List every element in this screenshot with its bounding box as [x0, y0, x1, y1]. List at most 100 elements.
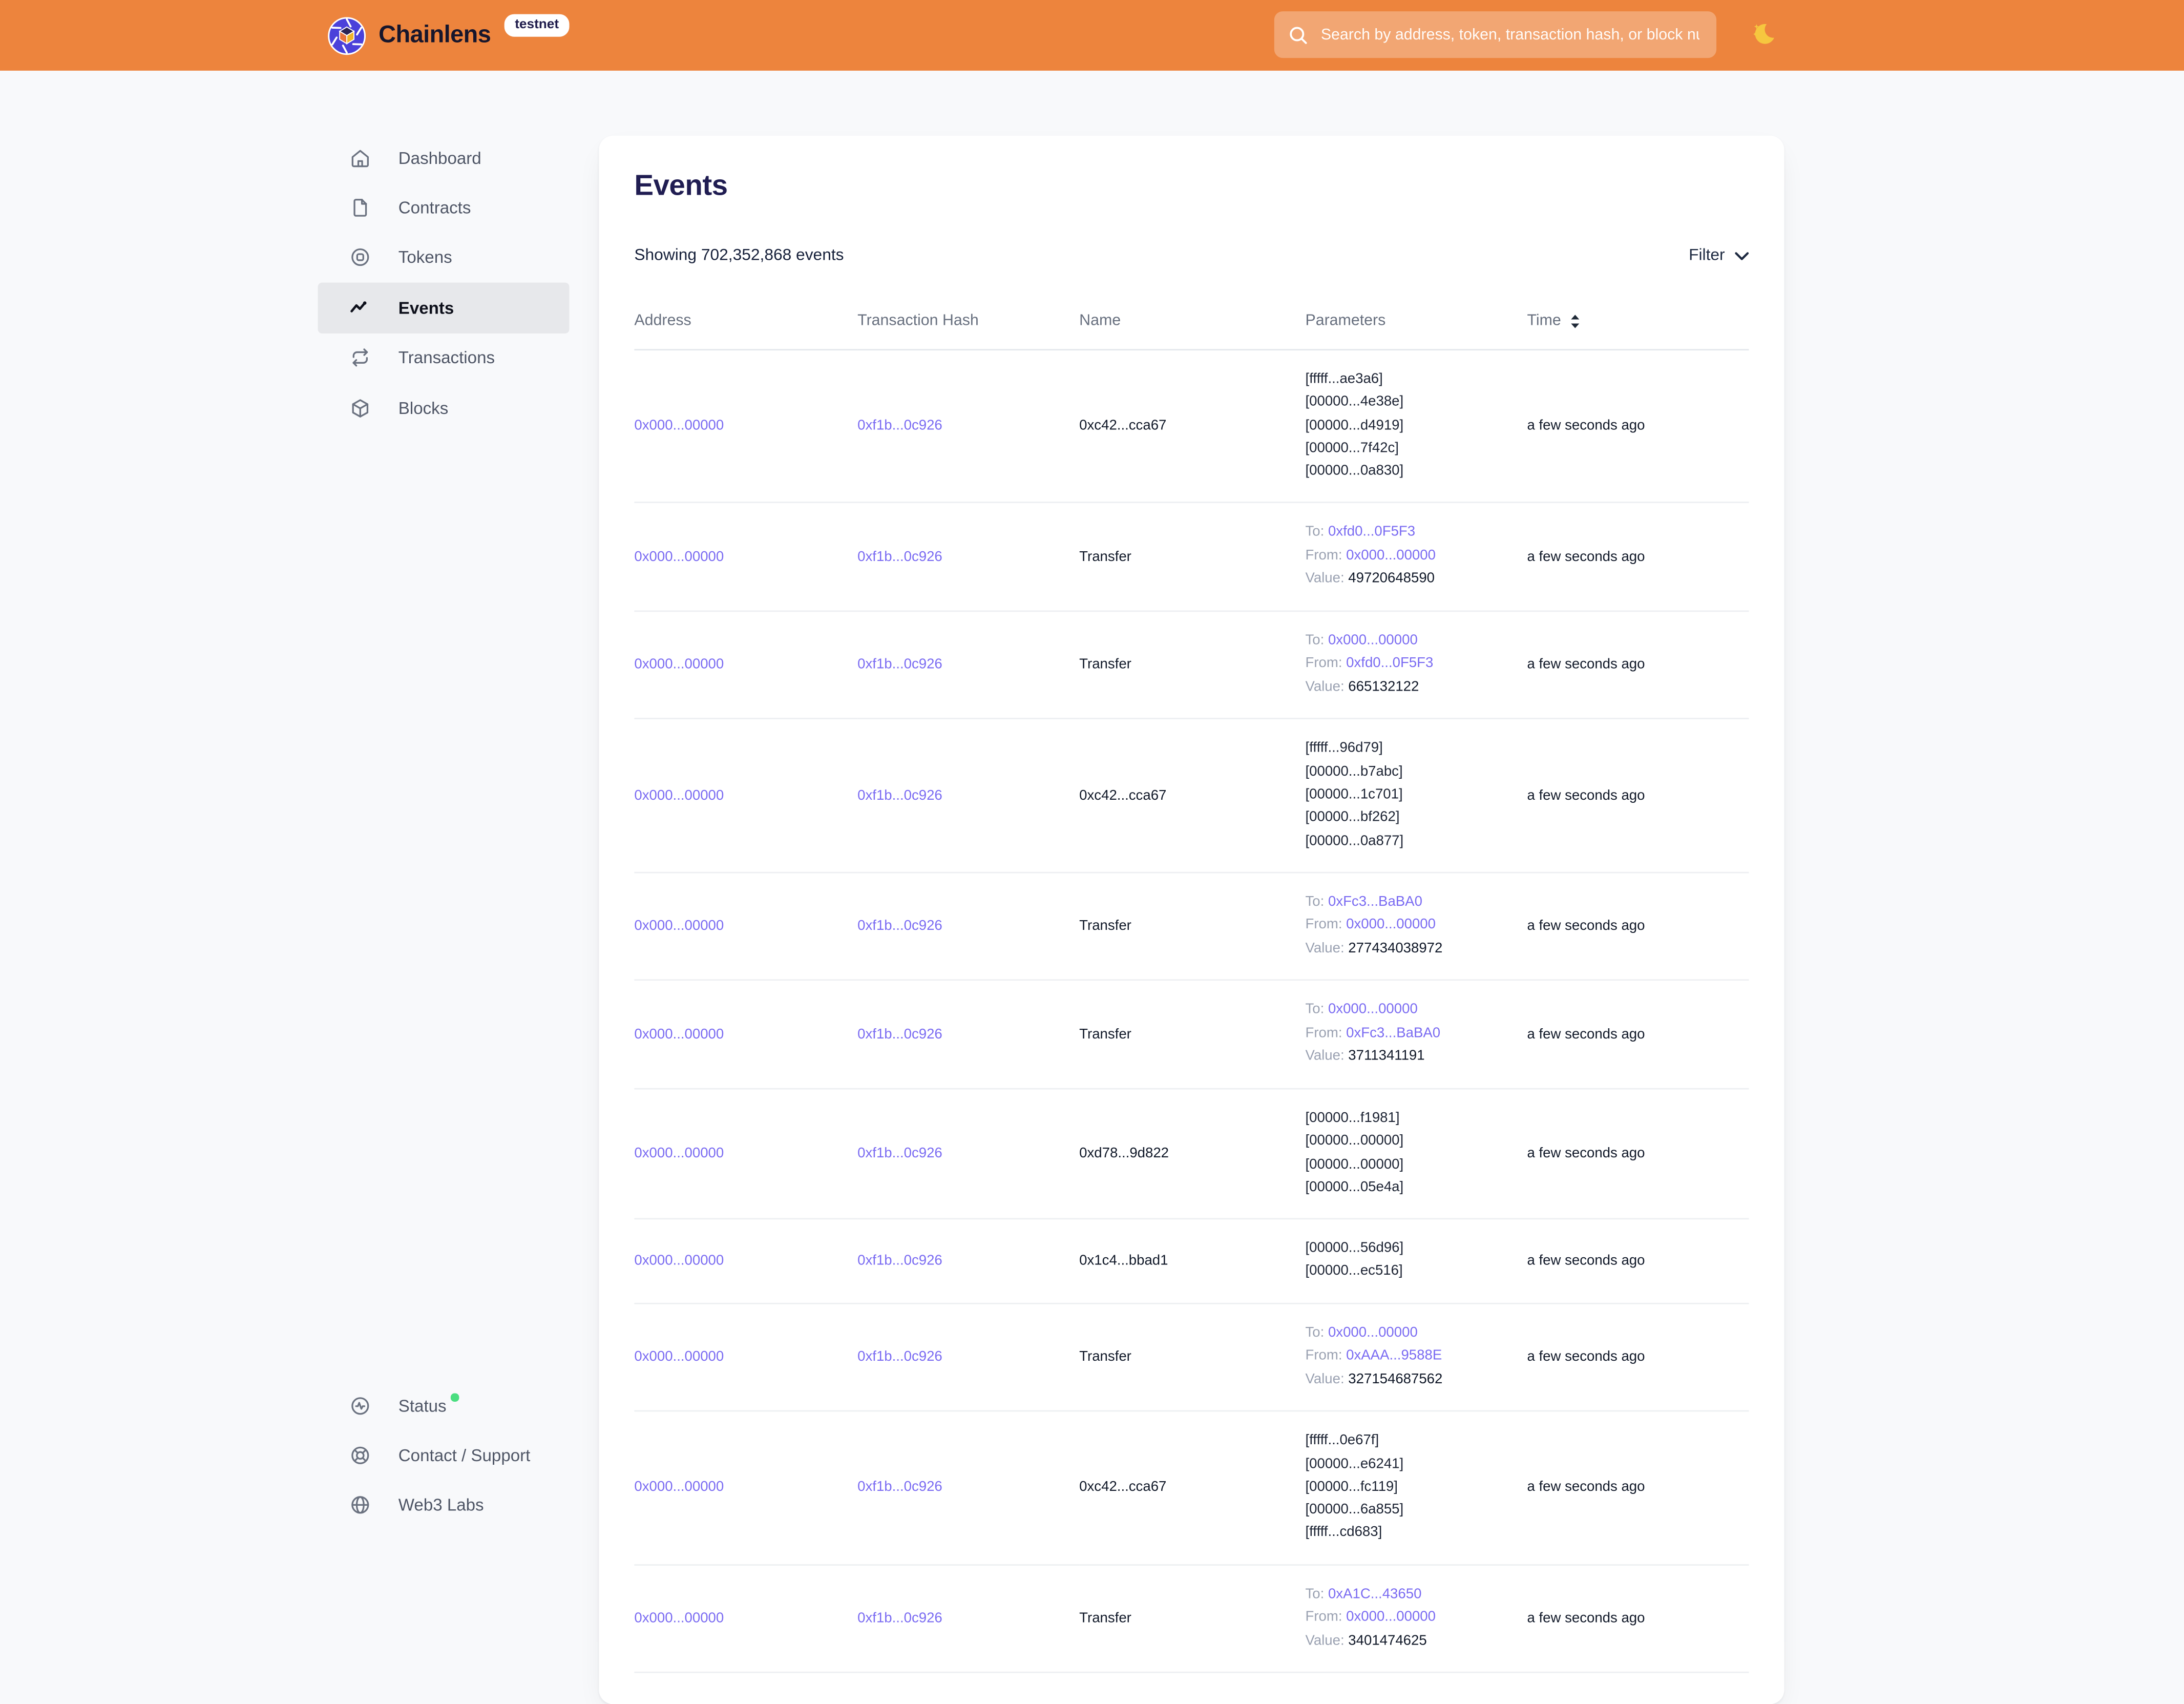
event-name: Transfer: [1079, 1611, 1131, 1626]
event-name-cell: Transfer: [1079, 611, 1305, 719]
sidebar-item-blocks[interactable]: Blocks: [318, 383, 570, 433]
tx-hash-cell: 0xf1b...0c926: [857, 350, 1079, 503]
tx-hash-cell: 0xf1b...0c926: [857, 981, 1079, 1089]
value-label: Value:: [1305, 1049, 1348, 1065]
param-from-line: From: 0xAAA...9588E: [1305, 1345, 1513, 1369]
column-header-parameters: Parameters: [1305, 313, 1527, 350]
tx-hash-link[interactable]: 0xf1b...0c926: [857, 1027, 942, 1042]
tx-hash-cell: 0xf1b...0c926: [857, 1565, 1079, 1673]
time-cell: a few seconds ago: [1527, 1411, 1749, 1565]
value-label: Value:: [1305, 1371, 1348, 1387]
tx-hash-link[interactable]: 0xf1b...0c926: [857, 1480, 942, 1495]
sidebar-item-web3-labs[interactable]: Web3 Labs: [318, 1481, 570, 1531]
sidebar-item-contracts[interactable]: Contracts: [318, 183, 570, 233]
tx-hash-link[interactable]: 0xf1b...0c926: [857, 919, 942, 934]
event-name-cell: Transfer: [1079, 503, 1305, 611]
from-label: From:: [1305, 1348, 1346, 1364]
search-bar[interactable]: [1274, 11, 1716, 58]
search-icon: [1288, 25, 1308, 45]
globe-icon: [349, 1494, 371, 1517]
filter-label: Filter: [1689, 247, 1725, 264]
from-address-link[interactable]: 0x000...00000: [1346, 548, 1436, 564]
to-address-link[interactable]: 0x000...00000: [1328, 1003, 1418, 1018]
to-address-link[interactable]: 0x000...00000: [1328, 633, 1418, 649]
address-link[interactable]: 0x000...00000: [634, 919, 724, 934]
from-address-link[interactable]: 0x000...00000: [1346, 1610, 1436, 1625]
param-to-line: To: 0xfd0...0F5F3: [1305, 522, 1513, 546]
sidebar-item-status[interactable]: Status: [318, 1381, 570, 1431]
tx-hash-link[interactable]: 0xf1b...0c926: [857, 549, 942, 565]
address-link[interactable]: 0x000...00000: [634, 1146, 724, 1161]
sidebar-nav: Dashboard Contracts Tokens EventsTransactio…: [318, 133, 570, 433]
address-link[interactable]: 0x000...00000: [634, 788, 724, 803]
param-topic: [00000...00000]: [1305, 1154, 1513, 1177]
value-amount: 327154687562: [1348, 1371, 1442, 1387]
address-link[interactable]: 0x000...00000: [634, 1253, 724, 1269]
address-link[interactable]: 0x000...00000: [634, 419, 724, 434]
relative-time: a few seconds ago: [1527, 919, 1645, 934]
chevron-down-icon: [1735, 251, 1749, 261]
theme-toggle-moon-icon[interactable]: [1750, 21, 1777, 48]
from-address-link[interactable]: 0xAAA...9588E: [1346, 1348, 1442, 1364]
sidebar-item-label: Contracts: [398, 198, 471, 218]
to-address-link[interactable]: 0xfd0...0F5F3: [1328, 525, 1415, 541]
activity-icon: [349, 297, 371, 319]
time-cell: a few seconds ago: [1527, 981, 1749, 1089]
from-address-link[interactable]: 0xFc3...BaBA0: [1346, 1026, 1440, 1041]
tx-hash-link[interactable]: 0xf1b...0c926: [857, 1349, 942, 1365]
event-name-cell: 0xc42...cca67: [1079, 1411, 1305, 1565]
to-address-link[interactable]: 0x000...00000: [1328, 1325, 1418, 1340]
event-name-cell: 0xc42...cca67: [1079, 350, 1305, 503]
value-label: Value:: [1305, 572, 1348, 587]
to-label: To:: [1305, 1587, 1328, 1602]
sidebar-item-dashboard[interactable]: Dashboard: [318, 133, 570, 183]
address-link[interactable]: 0x000...00000: [634, 657, 724, 673]
sidebar-item-label: Tokens: [398, 248, 452, 268]
address-link[interactable]: 0x000...00000: [634, 1611, 724, 1626]
tx-hash-link[interactable]: 0xf1b...0c926: [857, 657, 942, 673]
address-link[interactable]: 0x000...00000: [634, 1027, 724, 1042]
param-value-line: Value: 277434038972: [1305, 938, 1513, 962]
events-card: Events Showing 702,352,868 events Filter: [599, 136, 1784, 1704]
from-address-link[interactable]: 0xfd0...0F5F3: [1346, 656, 1433, 672]
address-link[interactable]: 0x000...00000: [634, 1480, 724, 1495]
search-input[interactable]: [1318, 25, 1702, 45]
column-header-address: Address: [634, 313, 857, 350]
param-to-line: To: 0xFc3...BaBA0: [1305, 891, 1513, 915]
parameters-cell: To: 0x000...00000From: 0xFc3...BaBA0Valu…: [1305, 981, 1527, 1089]
time-cell: a few seconds ago: [1527, 350, 1749, 503]
tx-hash-link[interactable]: 0xf1b...0c926: [857, 1611, 942, 1626]
from-address-link[interactable]: 0x000...00000: [1346, 918, 1436, 933]
to-address-link[interactable]: 0xA1C...43650: [1328, 1587, 1422, 1602]
tx-hash-link[interactable]: 0xf1b...0c926: [857, 419, 942, 434]
tx-hash-link[interactable]: 0xf1b...0c926: [857, 1253, 942, 1269]
time-cell: a few seconds ago: [1527, 1303, 1749, 1411]
parameters-cell: To: 0xfd0...0F5F3From: 0x000...00000Valu…: [1305, 503, 1527, 611]
relative-time: a few seconds ago: [1527, 1146, 1645, 1161]
status-online-dot: [451, 1393, 458, 1401]
table-row: 0x000...00000 0xf1b...0c926 TransferTo: 0x…: [634, 503, 1749, 611]
param-topic: [00000...bf262]: [1305, 807, 1513, 830]
relative-time: a few seconds ago: [1527, 549, 1645, 565]
param-to-line: To: 0x000...00000: [1305, 1322, 1513, 1346]
sidebar-item-transactions[interactable]: Transactions: [318, 333, 570, 383]
filter-button[interactable]: Filter: [1689, 247, 1749, 264]
sidebar-item-contact-support[interactable]: Contact / Support: [318, 1430, 570, 1481]
value-label: Value:: [1305, 941, 1348, 957]
address-link[interactable]: 0x000...00000: [634, 549, 724, 565]
brand[interactable]: Chainlens testnet: [328, 0, 569, 71]
tx-hash-link[interactable]: 0xf1b...0c926: [857, 788, 942, 803]
table-row: 0x000...000000xf1b...0c926TransferTo: 0x…: [634, 611, 1749, 719]
time-cell: a few seconds ago: [1527, 1565, 1749, 1673]
sort-icon[interactable]: [1569, 313, 1581, 328]
sidebar-item-label: Contact / Support: [398, 1446, 531, 1466]
column-header-time[interactable]: Time: [1527, 313, 1749, 350]
sidebar-item-tokens[interactable]: Tokens: [318, 233, 570, 283]
to-address-link[interactable]: 0xFc3...BaBA0: [1328, 895, 1422, 910]
tx-hash-link[interactable]: 0xf1b...0c926: [857, 1146, 942, 1161]
sidebar-item-events[interactable]: Events: [318, 283, 570, 333]
time-cell: a few seconds ago: [1527, 1219, 1749, 1303]
tx-hash-cell: 0xf1b...0c926: [857, 719, 1079, 872]
address-link[interactable]: 0x000...00000: [634, 1349, 724, 1365]
table-row: 0x000...000000xf1b...0c926TransferTo: 0x…: [634, 981, 1749, 1089]
